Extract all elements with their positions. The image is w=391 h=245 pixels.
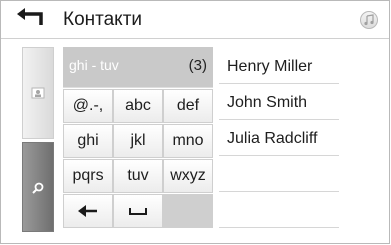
key-blank [163,194,213,228]
backspace-arrow-icon [78,205,97,217]
result-count: (3) [188,57,207,74]
search-display: ghi - tuv (3) [63,47,213,88]
list-item-empty [219,194,339,228]
tab-contacts[interactable] [22,47,54,139]
key-wxyz[interactable]: wxyz [163,159,213,193]
list-item[interactable]: Henry Miller [219,50,339,84]
contact-name: Henry Miller [227,58,313,75]
key-ghi[interactable]: ghi [63,124,113,158]
music-button[interactable] [360,11,378,29]
key-jkl[interactable]: jkl [113,124,163,158]
key-mno[interactable]: mno [163,124,213,158]
contacts-screen: Контакти ghi - tuv (3) @.-, abc def ghi … [0,0,390,244]
contact-name: Julia Radcliff [227,130,318,147]
list-item-empty [219,158,339,192]
key-pqrs[interactable]: pqrs [63,159,113,193]
back-arrow-icon [17,8,43,25]
contact-name: John Smith [227,94,308,111]
search-query: ghi - tuv [69,57,119,73]
key-tuv[interactable]: tuv [113,159,163,193]
tab-search[interactable] [22,142,54,232]
page-title: Контакти [63,9,143,30]
contact-card-icon [31,87,45,99]
header-bar: Контакти [1,1,389,39]
music-note-icon [364,14,374,26]
key-abc[interactable]: abc [113,89,163,123]
key-def[interactable]: def [163,89,213,123]
list-item[interactable]: John Smith [219,86,339,120]
search-icon [32,182,44,194]
back-button[interactable] [15,8,49,32]
space-button[interactable] [113,194,163,228]
key-symbols[interactable]: @.-, [63,89,113,123]
list-item[interactable]: Julia Radcliff [219,122,339,156]
space-bar-icon [129,208,147,215]
backspace-button[interactable] [63,194,113,228]
